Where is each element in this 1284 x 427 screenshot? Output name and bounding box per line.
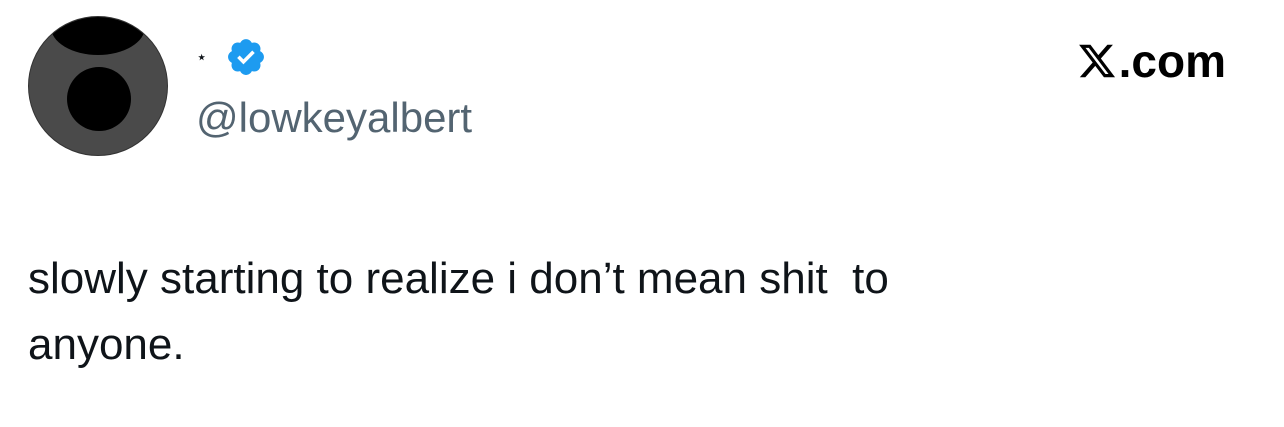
avatar-center-shape	[67, 67, 131, 131]
x-logo-icon	[1078, 44, 1115, 78]
author-handle[interactable]: @lowkeyalbert	[196, 94, 472, 142]
verified-badge-icon	[228, 39, 265, 75]
brand-logo: .com	[1077, 34, 1226, 88]
author-name-row: ⋆	[196, 34, 267, 80]
avatar[interactable]	[28, 16, 168, 156]
tweet-text: slowly starting to realize i don’t mean …	[28, 254, 889, 369]
brand-suffix: .com	[1118, 35, 1226, 87]
author-display-name[interactable]: ⋆	[196, 48, 207, 66]
avatar-top-shape	[51, 17, 145, 55]
